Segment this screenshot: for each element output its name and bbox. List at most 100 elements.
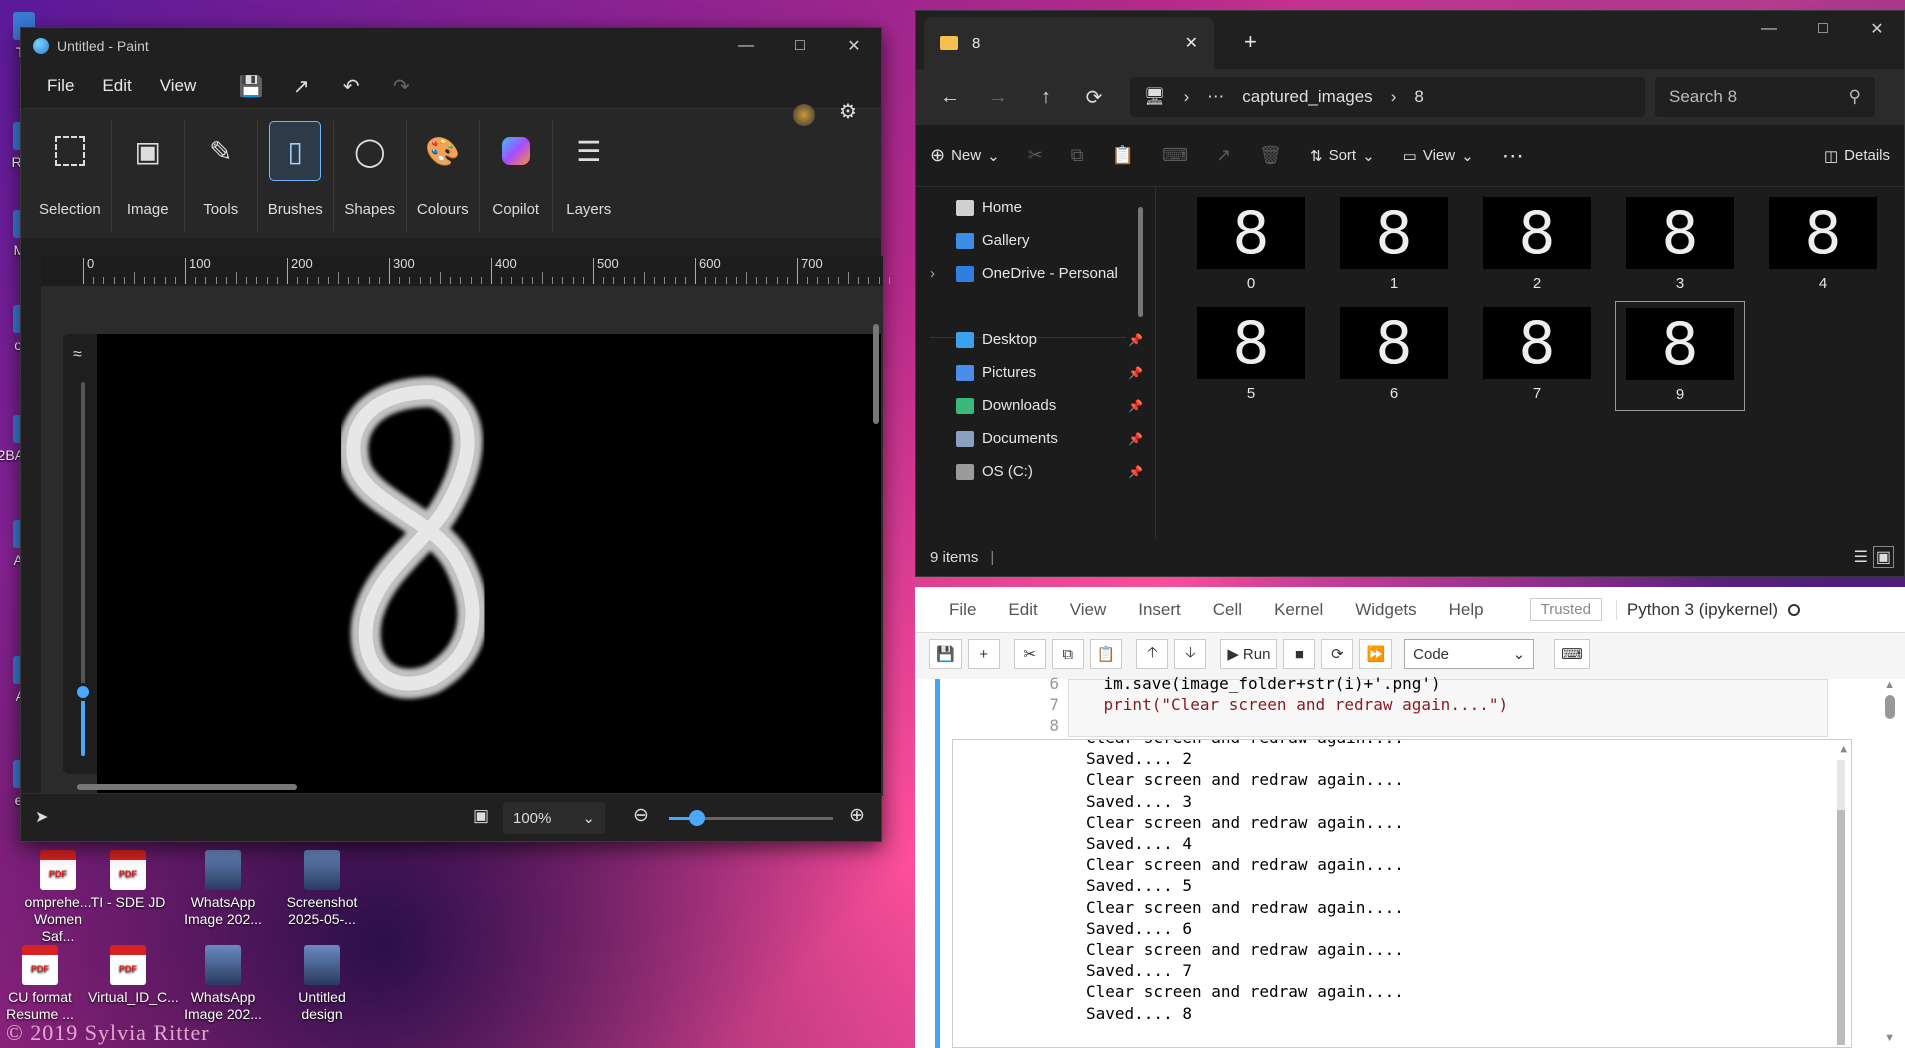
tiles-view-icon[interactable]: ▣: [1872, 546, 1894, 568]
file-thumbnail[interactable]: 85: [1186, 301, 1316, 411]
trusted-badge[interactable]: Trusted: [1529, 598, 1602, 621]
move-down-icon[interactable]: 🡣: [1174, 639, 1207, 669]
details-button[interactable]: ◫ Details: [1810, 147, 1904, 165]
save-icon[interactable]: 💾: [929, 639, 962, 669]
ribbon-tools[interactable]: ✎ Tools: [185, 121, 258, 231]
sort-button[interactable]: ⇅ Sort ⌄: [1296, 147, 1389, 165]
refresh-icon[interactable]: ⟳: [1070, 85, 1118, 110]
nav-item[interactable]: Documents: [956, 430, 1058, 447]
zoom-slider-thumb[interactable]: [689, 810, 705, 826]
share-icon[interactable]: ↗: [1202, 145, 1245, 166]
desktop-icon[interactable]: PDF omprehe... Women Saf...: [18, 850, 98, 945]
desktop-icon[interactable]: Untitled design: [282, 945, 362, 1023]
rename-icon[interactable]: ⌨: [1148, 145, 1202, 166]
pin-icon[interactable]: 📌: [1128, 333, 1143, 347]
settings-gear-icon[interactable]: ⚙: [833, 96, 863, 126]
close-button[interactable]: ✕: [1850, 11, 1904, 47]
explorer-tab[interactable]: 8 ✕: [924, 17, 1214, 69]
zoom-in-icon[interactable]: ⊕: [849, 804, 865, 827]
menu-edit[interactable]: Edit: [88, 76, 145, 96]
nav-item[interactable]: Home: [956, 199, 1022, 216]
file-thumbnail[interactable]: 84: [1758, 191, 1888, 301]
jupyter-menu-widgets[interactable]: Widgets: [1339, 600, 1432, 620]
pin-icon[interactable]: 📌: [1128, 432, 1143, 446]
code-cell[interactable]: 6 im.save(image_folder+str(i)+'.png') 7 p…: [935, 674, 1875, 1048]
zoom-out-icon[interactable]: ⊖: [633, 804, 649, 827]
file-thumbnail[interactable]: 81: [1329, 191, 1459, 301]
breadcrumb-current[interactable]: 8: [1414, 87, 1423, 107]
desktop-icon[interactable]: Screenshot 2025-05-...: [282, 850, 362, 928]
ribbon-copilot[interactable]: Copilot: [480, 121, 553, 231]
scroll-up-icon[interactable]: ▲: [1840, 742, 1847, 755]
code-editor[interactable]: 6 im.save(image_folder+str(i)+'.png') 7 p…: [1049, 674, 1828, 737]
nav-item[interactable]: Gallery: [956, 232, 1030, 249]
jupyter-menu-cell[interactable]: Cell: [1197, 600, 1258, 620]
ribbon-shapes[interactable]: ◯ Shapes: [334, 121, 407, 231]
save-icon[interactable]: 💾: [236, 71, 266, 101]
new-button[interactable]: ⊕ New ⌄: [916, 145, 1014, 166]
pin-icon[interactable]: 📌: [1128, 366, 1143, 380]
breadcrumb-captured-images[interactable]: captured_images: [1242, 87, 1372, 107]
file-thumbnail[interactable]: 80: [1186, 191, 1316, 301]
jupyter-menu-file[interactable]: File: [933, 600, 992, 620]
cut-icon[interactable]: ✂: [1014, 145, 1057, 166]
jupyter-menu-kernel[interactable]: Kernel: [1258, 600, 1339, 620]
ribbon-image[interactable]: ▣ Image: [112, 121, 185, 231]
ribbon-colours[interactable]: 🎨 Colours: [407, 121, 480, 231]
undo-icon[interactable]: ↶: [336, 71, 366, 101]
drawing-canvas[interactable]: [97, 334, 881, 796]
move-up-icon[interactable]: 🡡: [1136, 639, 1169, 669]
jupyter-menu-insert[interactable]: Insert: [1122, 600, 1197, 620]
new-tab-icon[interactable]: +: [1244, 29, 1257, 55]
page-scrollbar-thumb[interactable]: [1885, 695, 1895, 719]
account-avatar[interactable]: [793, 104, 815, 126]
fast-forward-icon[interactable]: ⏩: [1359, 639, 1393, 669]
nav-item[interactable]: Desktop: [956, 331, 1037, 348]
pin-icon[interactable]: 📌: [1128, 465, 1143, 479]
nav-item[interactable]: Pictures: [956, 364, 1036, 381]
forward-arrow-icon[interactable]: →: [974, 86, 1022, 109]
close-button[interactable]: ✕: [827, 28, 881, 64]
paste-icon[interactable]: 📋: [1098, 145, 1148, 166]
fit-to-window-icon[interactable]: ▣: [473, 806, 489, 826]
brush-size-slider[interactable]: [74, 683, 92, 702]
file-thumbnail[interactable]: 82: [1472, 191, 1602, 301]
file-thumbnail[interactable]: 87: [1472, 301, 1602, 411]
cut-cell-icon[interactable]: ✂: [1013, 639, 1046, 669]
nav-item[interactable]: Downloads: [956, 397, 1056, 414]
desktop-icon[interactable]: PDF CU format Resume ...: [0, 945, 80, 1023]
ribbon-layers[interactable]: ☰ Layers: [553, 121, 625, 231]
maximize-button[interactable]: □: [1796, 11, 1850, 47]
menu-view[interactable]: View: [146, 76, 211, 96]
redo-icon[interactable]: ↷: [386, 71, 416, 101]
cell-type-select[interactable]: Code ⌄: [1404, 639, 1535, 669]
ribbon-selection[interactable]: Selection: [29, 121, 112, 231]
file-thumbnail[interactable]: 86: [1329, 301, 1459, 411]
share-icon[interactable]: ↗: [286, 71, 316, 101]
insert-cell-icon[interactable]: +: [967, 639, 1000, 669]
maximize-button[interactable]: □: [773, 28, 827, 64]
output-scrollbar-thumb[interactable]: [1837, 810, 1845, 1045]
search-input[interactable]: Search 8 ⚲: [1655, 77, 1875, 117]
file-thumbnail[interactable]: 89: [1615, 301, 1745, 411]
paste-cell-icon[interactable]: 📋: [1089, 639, 1123, 669]
more-options-icon[interactable]: ⋯: [1488, 143, 1538, 169]
navpane-scrollbar[interactable]: [1138, 207, 1143, 317]
back-arrow-icon[interactable]: ←: [926, 86, 974, 109]
desktop-icon[interactable]: WhatsApp Image 202...: [183, 850, 263, 928]
desktop-icon[interactable]: PDF TI - SDE JD: [88, 850, 168, 911]
page-scroll-down-icon[interactable]: ▼: [1884, 1032, 1895, 1044]
jupyter-menu-edit[interactable]: Edit: [992, 600, 1053, 620]
run-button[interactable]: ▶ Run: [1220, 639, 1278, 669]
ribbon-brushes[interactable]: ▯ Brushes: [258, 121, 334, 231]
nav-item[interactable]: OS (C:): [956, 463, 1033, 480]
desktop-icon[interactable]: WhatsApp Image 202...: [183, 945, 263, 1023]
jupyter-menu-help[interactable]: Help: [1433, 600, 1500, 620]
delete-icon[interactable]: 🗑: [1245, 145, 1296, 166]
zoom-select[interactable]: 100% ⌄: [503, 802, 605, 834]
copy-icon[interactable]: ⧉: [1057, 145, 1098, 166]
desktop-icon[interactable]: PDF Virtual_ID_C...: [88, 945, 179, 1006]
address-bar[interactable]: 🖥 › ⋯ captured_images › 8: [1130, 77, 1645, 117]
copy-cell-icon[interactable]: ⧉: [1051, 639, 1084, 669]
pin-icon[interactable]: 📌: [1128, 399, 1143, 413]
